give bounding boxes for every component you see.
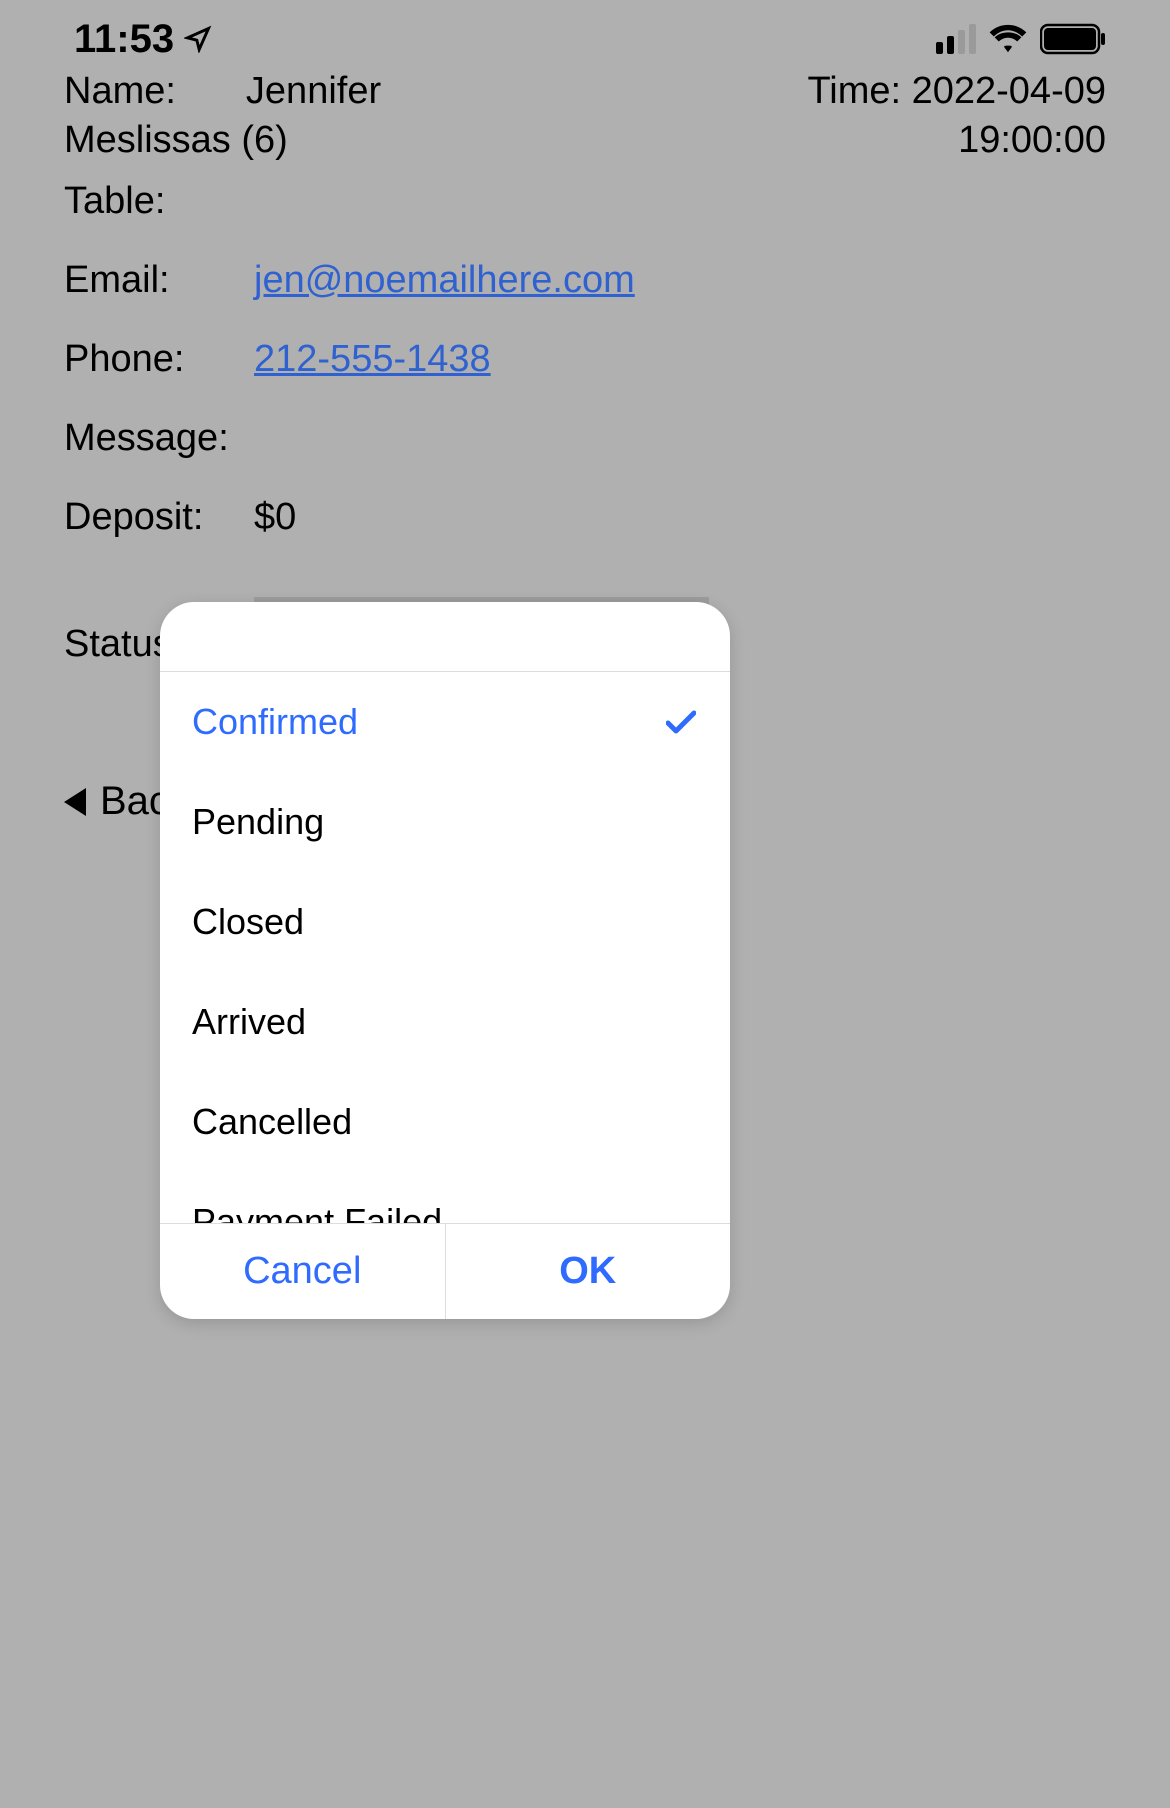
back-triangle-icon xyxy=(64,788,86,816)
deposit-label: Deposit: xyxy=(64,496,254,539)
popup-option-arrived[interactable]: Arrived xyxy=(160,972,730,1072)
popup-option-label: Pending xyxy=(192,801,324,843)
phone-value-link[interactable]: 212-555-1438 xyxy=(254,338,491,380)
status-time: 11:53 xyxy=(74,17,174,62)
popup-option-label: Arrived xyxy=(192,1001,306,1043)
checkmark-icon xyxy=(666,710,696,734)
status-bar-right xyxy=(936,23,1106,55)
popup-option-label: Payment Failed xyxy=(192,1201,442,1223)
popup-option-list[interactable]: Confirmed Pending Closed Arrived Cancell… xyxy=(160,672,730,1223)
popup-option-label: Cancelled xyxy=(192,1101,352,1143)
popup-cancel-button[interactable]: Cancel xyxy=(160,1224,445,1319)
popup-option-pending[interactable]: Pending xyxy=(160,772,730,872)
popup-option-closed[interactable]: Closed xyxy=(160,872,730,972)
deposit-value: $0 xyxy=(254,496,1106,539)
popup-option-payment-failed[interactable]: Payment Failed xyxy=(160,1172,730,1223)
popup-cancel-label: Cancel xyxy=(243,1250,361,1293)
popup-option-label: Closed xyxy=(192,901,304,943)
wifi-icon xyxy=(988,24,1028,54)
email-label: Email: xyxy=(64,259,254,302)
email-value-link[interactable]: jen@noemailhere.com xyxy=(254,259,635,301)
popup-footer: Cancel OK xyxy=(160,1223,730,1319)
phone-label: Phone: xyxy=(64,338,254,381)
cellular-signal-icon xyxy=(936,24,976,54)
popup-option-cancelled[interactable]: Cancelled xyxy=(160,1072,730,1172)
table-label: Table: xyxy=(64,180,254,223)
name-value-rest: Meslissas (6) xyxy=(64,119,381,162)
battery-icon xyxy=(1040,23,1106,55)
status-bar: 11:53 xyxy=(0,0,1170,78)
popup-ok-label: OK xyxy=(559,1250,616,1293)
popup-ok-button[interactable]: OK xyxy=(445,1224,731,1319)
popup-header xyxy=(160,602,730,672)
time-value-time: 19:00:00 xyxy=(958,119,1106,162)
status-picker-popup: Confirmed Pending Closed Arrived Cancell… xyxy=(160,602,730,1319)
message-label: Message: xyxy=(64,417,254,460)
popup-option-label: Confirmed xyxy=(192,701,358,743)
location-icon xyxy=(184,25,212,53)
status-bar-left: 11:53 xyxy=(74,17,212,62)
popup-option-confirmed[interactable]: Confirmed xyxy=(160,672,730,772)
